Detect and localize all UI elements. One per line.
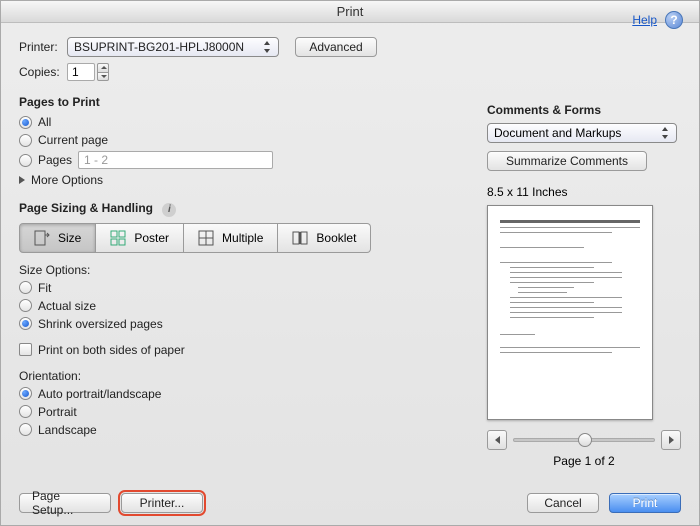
radio-icon bbox=[19, 387, 32, 400]
preview-zoom-slider[interactable] bbox=[513, 438, 655, 442]
more-options-label: More Options bbox=[31, 173, 103, 187]
checkbox-duplex-label: Print on both sides of paper bbox=[38, 343, 185, 357]
checkbox-icon bbox=[19, 343, 32, 356]
copies-label: Copies: bbox=[19, 65, 67, 79]
radio-actual-label: Actual size bbox=[38, 299, 96, 313]
comments-select-value: Document and Markups bbox=[494, 126, 621, 140]
pages-range-input[interactable] bbox=[78, 151, 273, 169]
info-icon[interactable]: i bbox=[162, 203, 176, 217]
printer-select[interactable]: BSUPRINT-BG201-HPLJ8000N bbox=[67, 37, 279, 57]
updown-icon bbox=[262, 40, 272, 54]
preview-dimensions: 8.5 x 11 Inches bbox=[487, 185, 681, 199]
window-title: Print bbox=[1, 1, 699, 23]
print-dialog: Print Help ? Printer: BSUPRINT-BG201-HPL… bbox=[0, 0, 700, 526]
printer-label: Printer: bbox=[19, 40, 67, 54]
radio-fit-label: Fit bbox=[38, 281, 51, 295]
radio-icon bbox=[19, 317, 32, 330]
radio-landscape-label: Landscape bbox=[38, 423, 97, 437]
segment-size-label: Size bbox=[58, 231, 81, 245]
radio-icon bbox=[19, 134, 32, 147]
chevron-right-icon bbox=[669, 436, 674, 444]
preview-thumbnail bbox=[487, 205, 653, 420]
segment-poster[interactable]: Poster bbox=[96, 223, 184, 253]
multiple-icon bbox=[198, 230, 214, 246]
radio-auto-label: Auto portrait/landscape bbox=[38, 387, 161, 401]
disclosure-triangle-icon bbox=[19, 176, 25, 184]
segment-size[interactable]: Size bbox=[19, 223, 96, 253]
cancel-button[interactable]: Cancel bbox=[527, 493, 599, 513]
page-sizing-title-text: Page Sizing & Handling bbox=[19, 201, 153, 215]
radio-icon bbox=[19, 423, 32, 436]
radio-shrink-label: Shrink oversized pages bbox=[38, 317, 163, 331]
copies-stepper[interactable] bbox=[97, 63, 109, 81]
radio-range-label: Pages bbox=[38, 153, 72, 167]
page-indicator: Page 1 of 2 bbox=[487, 454, 681, 468]
segment-poster-label: Poster bbox=[134, 231, 169, 245]
segment-booklet[interactable]: Booklet bbox=[278, 223, 371, 253]
radio-icon bbox=[19, 299, 32, 312]
advanced-button[interactable]: Advanced bbox=[295, 37, 377, 57]
printer-button[interactable]: Printer... bbox=[121, 493, 203, 513]
segment-multiple[interactable]: Multiple bbox=[184, 223, 278, 253]
print-button[interactable]: Print bbox=[609, 493, 681, 513]
radio-icon bbox=[19, 154, 32, 167]
segment-multiple-label: Multiple bbox=[222, 231, 263, 245]
poster-icon bbox=[110, 230, 126, 246]
radio-all-label: All bbox=[38, 115, 51, 129]
preview-prev-button[interactable] bbox=[487, 430, 507, 450]
chevron-left-icon bbox=[495, 436, 500, 444]
radio-current-label: Current page bbox=[38, 133, 108, 147]
segment-booklet-label: Booklet bbox=[316, 231, 356, 245]
updown-icon bbox=[660, 126, 670, 140]
slider-thumb[interactable] bbox=[578, 433, 592, 447]
radio-icon bbox=[19, 116, 32, 129]
copies-input[interactable] bbox=[67, 63, 95, 81]
booklet-icon bbox=[292, 230, 308, 246]
comments-select[interactable]: Document and Markups bbox=[487, 123, 677, 143]
radio-portrait-label: Portrait bbox=[38, 405, 77, 419]
radio-icon bbox=[19, 405, 32, 418]
size-icon bbox=[34, 230, 50, 246]
preview-next-button[interactable] bbox=[661, 430, 681, 450]
comments-forms-title: Comments & Forms bbox=[487, 103, 681, 117]
page-setup-button[interactable]: Page Setup... bbox=[19, 493, 111, 513]
summarize-comments-button[interactable]: Summarize Comments bbox=[487, 151, 647, 171]
printer-value: BSUPRINT-BG201-HPLJ8000N bbox=[74, 40, 244, 54]
radio-icon bbox=[19, 281, 32, 294]
